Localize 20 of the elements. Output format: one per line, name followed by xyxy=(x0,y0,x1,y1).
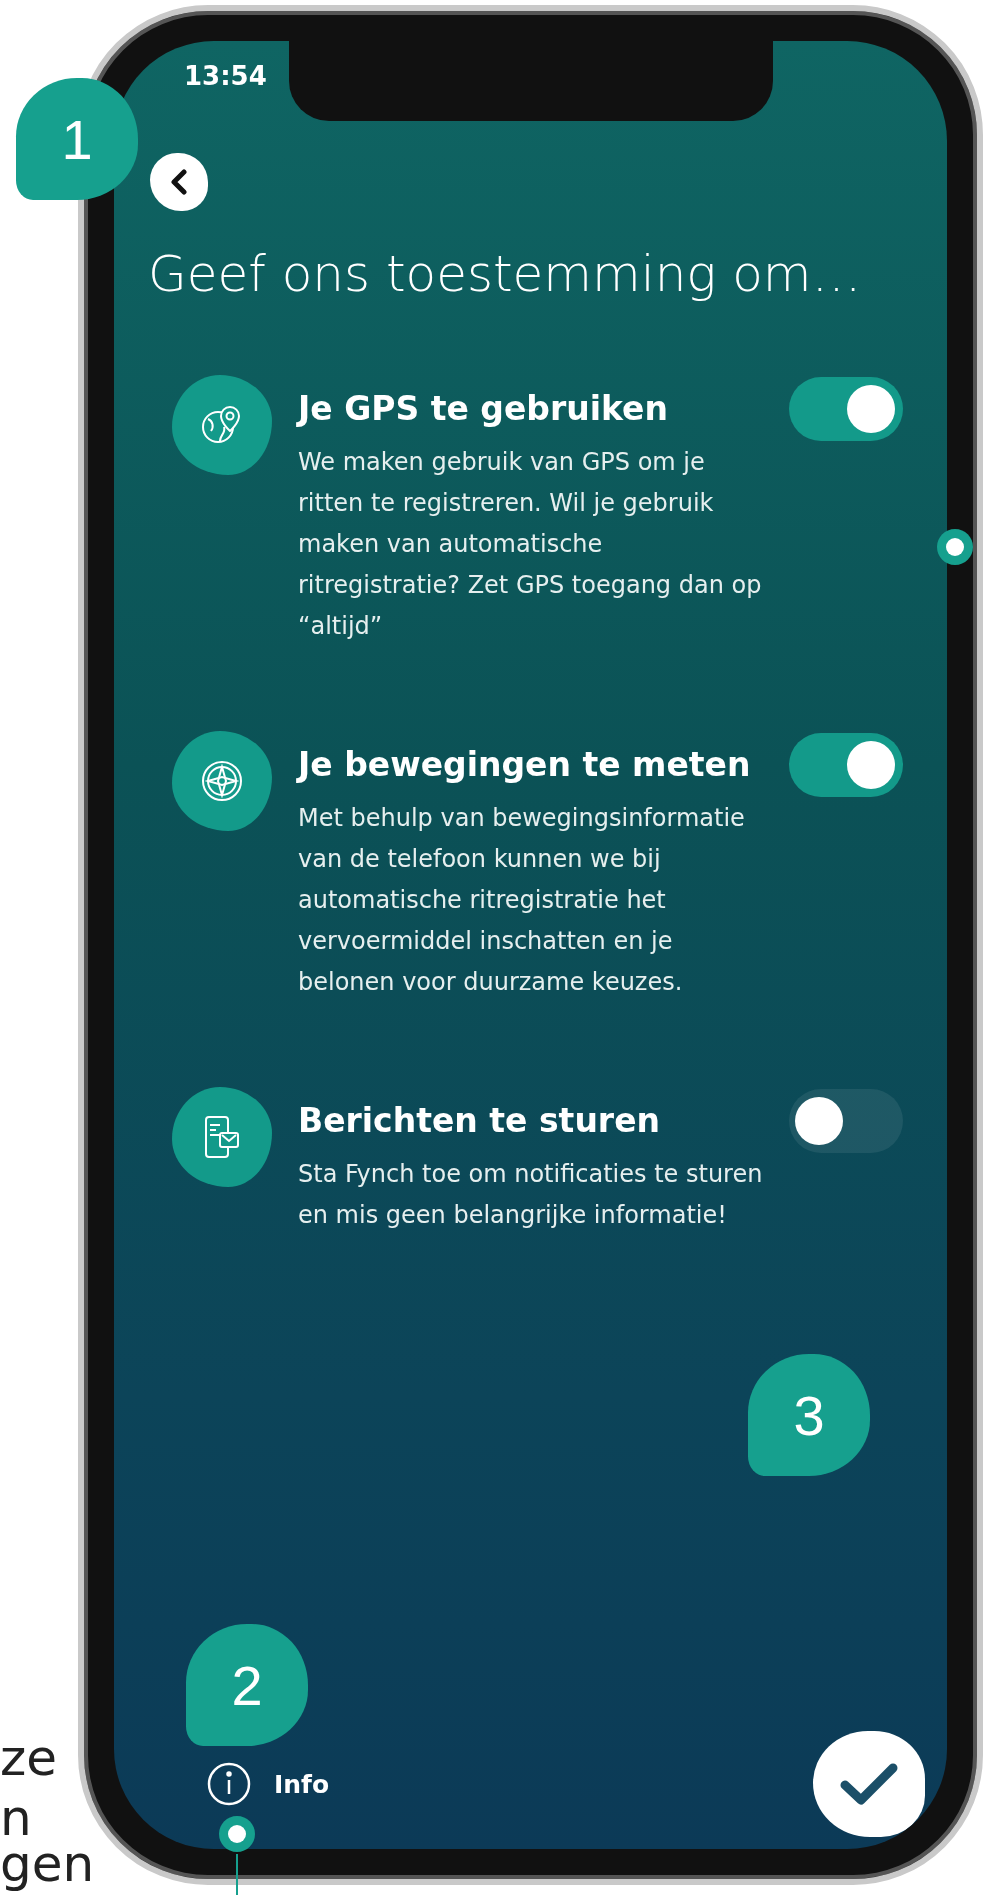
side-text: ze xyxy=(0,1730,57,1786)
info-icon xyxy=(206,1761,252,1807)
phone-message-icon xyxy=(202,1115,242,1159)
compass-icon xyxy=(201,760,243,802)
permission-description: We maken gebruik van GPS om je ritten te registreren. Wil je gebruik maken van automatische ritregistratie? Zet GPS toegang dan op “altijd” xyxy=(298,447,763,642)
permission-description: Sta Fynch toe om notificaties te sturen en mis geen belangrijke informatie! xyxy=(298,1159,763,1231)
permission-title: Je bewegingen te meten xyxy=(298,745,752,784)
leader-line xyxy=(236,1854,238,1895)
info-button[interactable]: Info xyxy=(206,1761,330,1807)
status-time: 13:54 xyxy=(184,61,267,93)
back-button[interactable] xyxy=(150,153,208,211)
chevron-left-icon xyxy=(168,169,190,195)
permission-title: Je GPS te gebruiken xyxy=(298,389,669,428)
permission-description: Met behulp van bewegingsinformatie van de telefoon kunnen we bij automatische ritregistratie het vervoermiddel inschatten en je belonen voor duurzame keuzes. xyxy=(298,803,746,998)
checkmark-icon xyxy=(839,1761,899,1807)
screen-title: Geef ons toestemming om… xyxy=(148,245,863,303)
permission-title: Berichten te sturen xyxy=(298,1101,662,1140)
marker-icon xyxy=(217,1814,257,1854)
marker-icon xyxy=(935,527,975,567)
annotation-badge: 1 xyxy=(16,78,138,200)
